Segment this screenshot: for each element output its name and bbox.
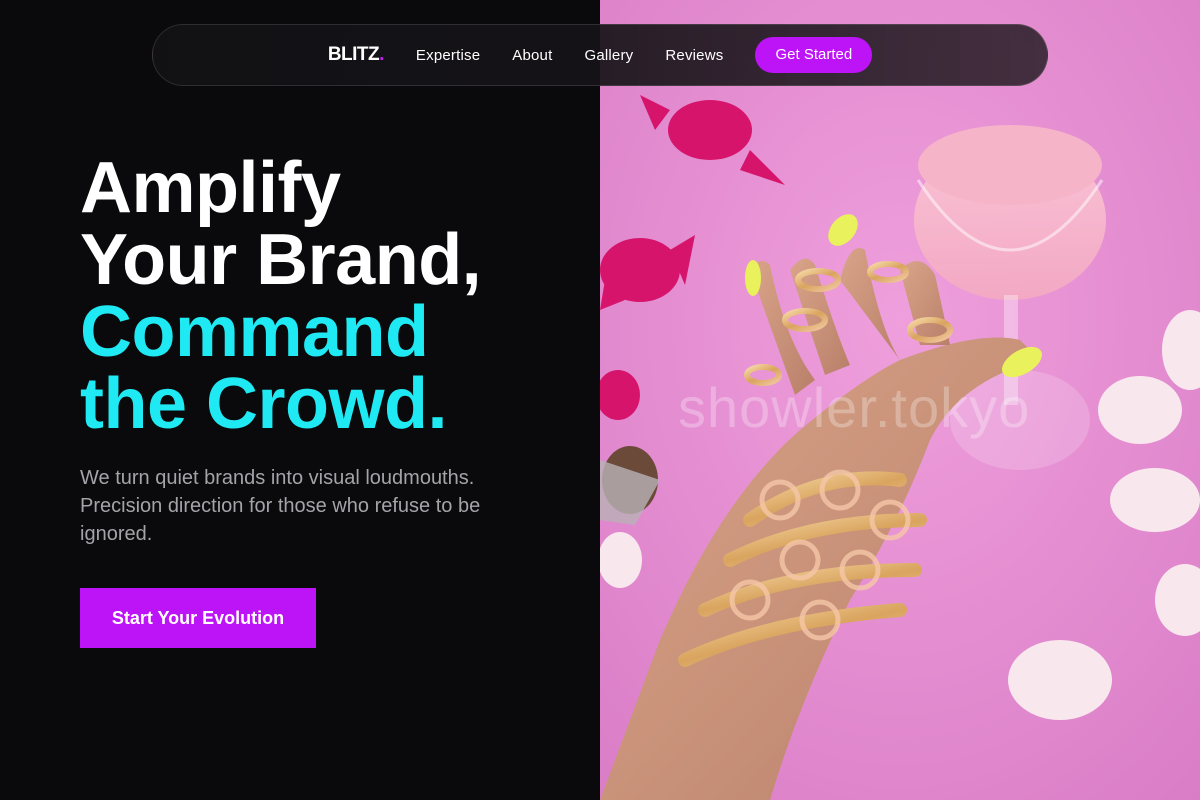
nav-link-reviews[interactable]: Reviews [665,47,723,64]
hero-subtitle: We turn quiet brands into visual loudmou… [80,464,500,548]
image-watermark: showler.tokyo [678,376,1031,439]
nav-link-about[interactable]: About [512,47,552,64]
brand-logo[interactable]: BLITZ. [327,44,385,66]
subtitle-line-1: We turn quiet brands into visual loudmou… [80,467,475,489]
headline-accent-line-1: Command [80,292,429,372]
brand-name: BLITZ [327,44,380,65]
subtitle-line-3: ignored. [80,523,153,545]
top-navbar: BLITZ. Expertise About Gallery Reviews G… [152,24,1048,86]
hero-headline: Amplify Your Brand, Command the Crowd. [80,148,482,444]
headline-line-1: Amplify [80,148,341,228]
start-evolution-button[interactable]: Start Your Evolution [80,588,316,648]
headline-accent-line-2: the Crowd. [80,364,448,444]
nav-link-expertise[interactable]: Expertise [416,47,480,64]
get-started-button[interactable]: Get Started [755,37,873,73]
nav-link-gallery[interactable]: Gallery [584,47,633,64]
subtitle-line-2: Precision direction for those who refuse… [80,495,481,517]
brand-dot: . [379,44,384,65]
headline-line-2: Your Brand, [80,220,482,300]
